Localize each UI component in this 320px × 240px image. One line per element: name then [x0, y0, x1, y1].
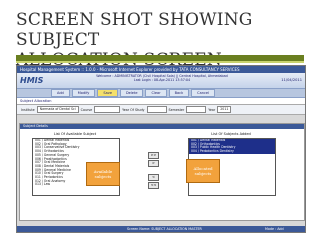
subject-details-panel: Subject Details List Of Available Subjec… [19, 123, 305, 221]
subject-details-header: Subject Details [20, 124, 304, 129]
course-select[interactable] [94, 106, 121, 113]
save-button[interactable]: Save [97, 89, 118, 97]
move-left-button[interactable]: < [148, 174, 159, 181]
semester-select[interactable] [186, 106, 207, 113]
move-all-left-button[interactable]: << [148, 182, 159, 189]
year-of-study-label: Year Of Study [122, 107, 145, 112]
section-title: Subject Allocation [17, 98, 305, 105]
semester-label: Semester [168, 107, 185, 112]
move-right-button[interactable]: > [148, 160, 159, 167]
year-label: Year [208, 107, 216, 112]
header-date: 11/04/2011 [281, 78, 302, 82]
browser-title-bar: Hospital Management System :: 1.0.0 - Mi… [17, 66, 305, 73]
available-subjects-callout: Available subjects [86, 162, 120, 186]
allocated-list-title: List Of Subjects Added [211, 132, 251, 136]
status-bar: Screen Name: SUBJECT ALLOCATION MASTER M… [17, 226, 305, 232]
allocated-subjects-callout: Allocated subjects [186, 159, 220, 183]
year-select[interactable]: 2011 [217, 106, 232, 113]
modify-button[interactable]: Modify [71, 89, 96, 97]
cancel-button[interactable]: Cancel [191, 89, 215, 97]
available-callout-text: Available subjects [93, 169, 113, 179]
list-item[interactable]: 004 / Pedodontics Dentistry [189, 149, 275, 154]
welcome-text: Welcome : ADMINISTRATOR (Civil Hospital … [77, 74, 247, 82]
course-label: Course [80, 107, 93, 112]
app-header: HMIS Welcome : ADMINISTRATOR (Civil Hosp… [17, 73, 305, 89]
delete-button[interactable]: Delete [119, 89, 144, 97]
slide-title-line1: SCREEN SHOT SHOWING SUBJECT [16, 10, 253, 50]
filter-row: Institute Narmada of Dental Sci Course Y… [17, 105, 305, 115]
back-button[interactable]: Back [168, 89, 190, 97]
last-login: Last Login : 08-Apr-2011 13:57:04 [133, 78, 191, 82]
screenshot-frame: Hospital Management System :: 1.0.0 - Mi… [16, 65, 306, 233]
decorative-bar-accent [16, 61, 304, 63]
move-all-right-button[interactable]: >> [148, 152, 159, 159]
screen-name: Screen Name: SUBJECT ALLOCATION MASTER [127, 227, 202, 231]
mode-indicator: Mode : Add [265, 227, 284, 231]
app-logo: HMIS [20, 76, 44, 85]
year-of-study-select[interactable] [146, 106, 167, 113]
clear-button[interactable]: Clear [145, 89, 167, 97]
add-button[interactable]: Add [51, 89, 70, 97]
institute-select[interactable]: Narmada of Dental Sci [36, 106, 79, 113]
toolbar: Add Modify Save Delete Clear Back Cancel [17, 89, 305, 98]
institute-label: Institute [21, 107, 35, 112]
allocated-callout-text: Allocated subjects [193, 166, 213, 176]
available-list-title: List Of Available Subject [53, 132, 97, 136]
